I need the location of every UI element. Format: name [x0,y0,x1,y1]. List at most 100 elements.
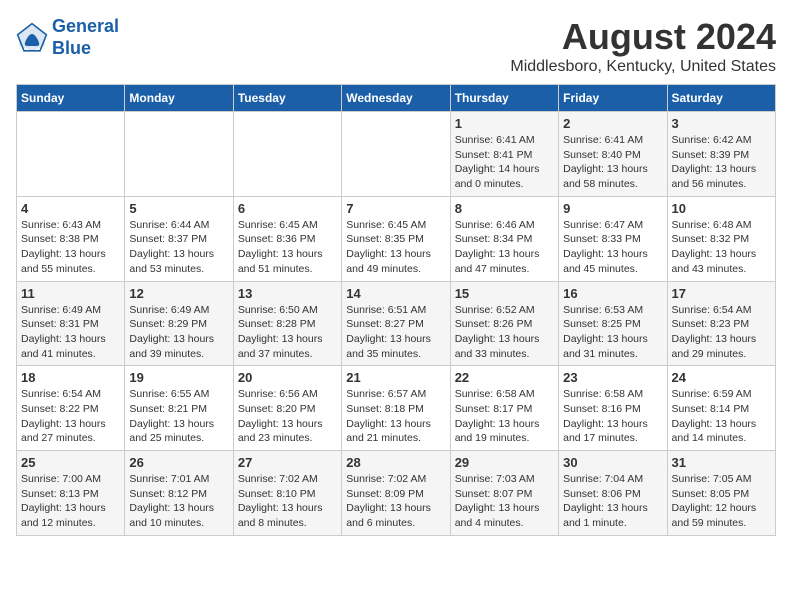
day-number: 22 [455,370,554,385]
calendar-cell: 31 Sunrise: 7:05 AM Sunset: 8:05 PM Dayli… [667,451,775,536]
day-info: Sunrise: 6:54 AM Sunset: 8:22 PM Dayligh… [21,387,120,446]
calendar-cell: 12Sunrise: 6:49 AM Sunset: 8:29 PM Dayli… [125,281,233,366]
calendar-cell: 15 Sunrise: 6:52 AM Sunset: 8:26 PM Dayli… [450,281,558,366]
day-number: 8 [455,201,554,216]
calendar-cell: 27 Sunrise: 7:02 AM Sunset: 8:10 PM Dayli… [233,451,341,536]
day-number: 4 [21,201,120,216]
day-info: Sunrise: 6:55 AM Sunset: 8:21 PM Dayligh… [129,387,228,446]
weekday-header-row: SundayMondayTuesdayWednesdayThursdayFrid… [17,85,776,112]
day-number: 2 [563,116,662,131]
day-info: Sunrise: 6:41 AM Sunset: 8:41 PM Dayligh… [455,133,554,192]
day-number: 25 [21,455,120,470]
calendar-cell: 1 Sunrise: 6:41 AM Sunset: 8:41 PM Daylig… [450,112,558,197]
day-number: 30 [563,455,662,470]
day-info: Sunrise: 6:52 AM Sunset: 8:26 PM Dayligh… [455,303,554,362]
logo-text: General Blue [52,16,119,59]
calendar-cell: 24 Sunrise: 6:59 AM Sunset: 8:14 PM Dayli… [667,366,775,451]
day-number: 17 [672,286,771,301]
calendar-cell [233,112,341,197]
calendar-cell: 20 Sunrise: 6:56 AM Sunset: 8:20 PM Dayli… [233,366,341,451]
logo: General Blue [16,16,119,59]
day-info: Sunrise: 6:50 AM Sunset: 8:28 PM Dayligh… [238,303,337,362]
day-number: 24 [672,370,771,385]
day-info: Sunrise: 6:45 AM Sunset: 8:35 PM Dayligh… [346,218,445,277]
day-info: Sunrise: 6:51 AM Sunset: 8:27 PM Dayligh… [346,303,445,362]
day-info: Sunrise: 6:53 AM Sunset: 8:25 PM Dayligh… [563,303,662,362]
weekday-header-sunday: Sunday [17,85,125,112]
day-info: Sunrise: 7:05 AM Sunset: 8:05 PM Dayligh… [672,472,771,531]
day-info: Sunrise: 6:45 AM Sunset: 8:36 PM Dayligh… [238,218,337,277]
day-info: Sunrise: 6:46 AM Sunset: 8:34 PM Dayligh… [455,218,554,277]
day-info: Sunrise: 6:43 AM Sunset: 8:38 PM Dayligh… [21,218,120,277]
calendar-cell: 8 Sunrise: 6:46 AM Sunset: 8:34 PM Daylig… [450,196,558,281]
weekday-header-tuesday: Tuesday [233,85,341,112]
weekday-header-thursday: Thursday [450,85,558,112]
calendar-cell: 11Sunrise: 6:49 AM Sunset: 8:31 PM Dayli… [17,281,125,366]
day-number: 20 [238,370,337,385]
title-block: August 2024 Middlesboro, Kentucky, Unite… [510,16,776,76]
day-number: 13 [238,286,337,301]
calendar-cell: 13 Sunrise: 6:50 AM Sunset: 8:28 PM Dayli… [233,281,341,366]
day-number: 26 [129,455,228,470]
calendar-cell: 5 Sunrise: 6:44 AM Sunset: 8:37 PM Daylig… [125,196,233,281]
calendar-week-5: 25Sunrise: 7:00 AM Sunset: 8:13 PM Dayli… [17,451,776,536]
day-number: 15 [455,286,554,301]
calendar-cell: 25Sunrise: 7:00 AM Sunset: 8:13 PM Dayli… [17,451,125,536]
logo-icon [16,22,48,54]
calendar-cell [125,112,233,197]
calendar-cell: 29 Sunrise: 7:03 AM Sunset: 8:07 PM Dayli… [450,451,558,536]
day-info: Sunrise: 6:59 AM Sunset: 8:14 PM Dayligh… [672,387,771,446]
day-number: 1 [455,116,554,131]
day-number: 6 [238,201,337,216]
day-number: 10 [672,201,771,216]
day-info: Sunrise: 6:47 AM Sunset: 8:33 PM Dayligh… [563,218,662,277]
logo-line1: General [52,16,119,36]
calendar-cell: 6 Sunrise: 6:45 AM Sunset: 8:36 PM Daylig… [233,196,341,281]
page-header: General Blue August 2024 Middlesboro, Ke… [16,16,776,76]
day-number: 21 [346,370,445,385]
calendar-cell: 21 Sunrise: 6:57 AM Sunset: 8:18 PM Dayli… [342,366,450,451]
weekday-header-saturday: Saturday [667,85,775,112]
calendar-cell: 3Sunrise: 6:42 AM Sunset: 8:39 PM Daylig… [667,112,775,197]
weekday-header-monday: Monday [125,85,233,112]
day-number: 27 [238,455,337,470]
calendar-cell [342,112,450,197]
month-year-title: August 2024 [510,16,776,58]
day-number: 31 [672,455,771,470]
location-subtitle: Middlesboro, Kentucky, United States [510,58,776,76]
day-info: Sunrise: 7:02 AM Sunset: 8:09 PM Dayligh… [346,472,445,531]
day-info: Sunrise: 6:54 AM Sunset: 8:23 PM Dayligh… [672,303,771,362]
day-number: 19 [129,370,228,385]
day-number: 29 [455,455,554,470]
calendar-cell: 17 Sunrise: 6:54 AM Sunset: 8:23 PM Dayli… [667,281,775,366]
day-info: Sunrise: 6:48 AM Sunset: 8:32 PM Dayligh… [672,218,771,277]
day-number: 11 [21,286,120,301]
calendar-cell: 19 Sunrise: 6:55 AM Sunset: 8:21 PM Dayli… [125,366,233,451]
calendar-cell [17,112,125,197]
day-info: Sunrise: 6:57 AM Sunset: 8:18 PM Dayligh… [346,387,445,446]
day-info: Sunrise: 7:03 AM Sunset: 8:07 PM Dayligh… [455,472,554,531]
day-number: 5 [129,201,228,216]
calendar-cell: 9Sunrise: 6:47 AM Sunset: 8:33 PM Daylig… [559,196,667,281]
day-number: 28 [346,455,445,470]
day-number: 16 [563,286,662,301]
day-info: Sunrise: 7:04 AM Sunset: 8:06 PM Dayligh… [563,472,662,531]
day-number: 18 [21,370,120,385]
day-info: Sunrise: 7:02 AM Sunset: 8:10 PM Dayligh… [238,472,337,531]
weekday-header-wednesday: Wednesday [342,85,450,112]
day-info: Sunrise: 6:58 AM Sunset: 8:16 PM Dayligh… [563,387,662,446]
calendar-cell: 4 Sunrise: 6:43 AM Sunset: 8:38 PM Daylig… [17,196,125,281]
calendar-week-1: 1 Sunrise: 6:41 AM Sunset: 8:41 PM Daylig… [17,112,776,197]
calendar-cell: 2Sunrise: 6:41 AM Sunset: 8:40 PM Daylig… [559,112,667,197]
calendar-cell: 10 Sunrise: 6:48 AM Sunset: 8:32 PM Dayli… [667,196,775,281]
calendar-cell: 16 Sunrise: 6:53 AM Sunset: 8:25 PM Dayli… [559,281,667,366]
calendar-cell: 23Sunrise: 6:58 AM Sunset: 8:16 PM Dayli… [559,366,667,451]
day-number: 3 [672,116,771,131]
weekday-header-friday: Friday [559,85,667,112]
day-info: Sunrise: 6:58 AM Sunset: 8:17 PM Dayligh… [455,387,554,446]
day-info: Sunrise: 6:56 AM Sunset: 8:20 PM Dayligh… [238,387,337,446]
calendar-week-3: 11Sunrise: 6:49 AM Sunset: 8:31 PM Dayli… [17,281,776,366]
day-info: Sunrise: 6:44 AM Sunset: 8:37 PM Dayligh… [129,218,228,277]
calendar-cell: 14Sunrise: 6:51 AM Sunset: 8:27 PM Dayli… [342,281,450,366]
calendar-cell: 22 Sunrise: 6:58 AM Sunset: 8:17 PM Dayli… [450,366,558,451]
